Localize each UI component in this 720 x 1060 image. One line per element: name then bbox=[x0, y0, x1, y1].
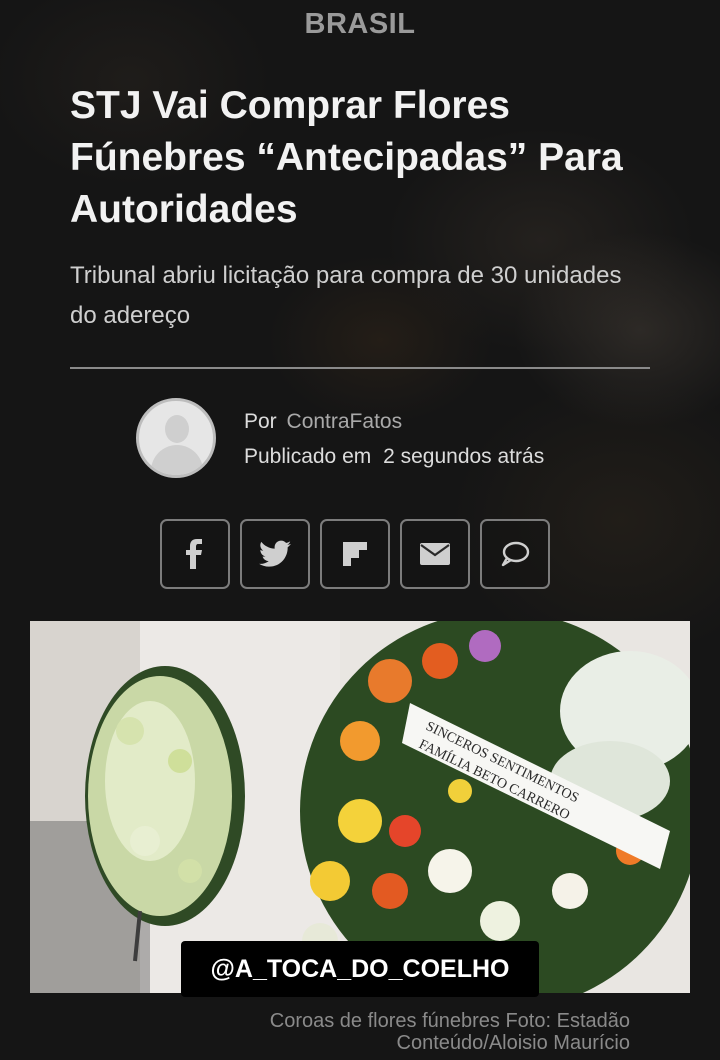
facebook-icon bbox=[186, 539, 202, 569]
divider bbox=[70, 367, 650, 369]
article-subtitle: Tribunal abriu licitação para compra de … bbox=[70, 262, 622, 329]
avatar-shoulders bbox=[151, 445, 203, 475]
share-flipboard-button[interactable] bbox=[320, 519, 390, 589]
funeral-wreath-photo: SINCEROS SENTIMENTOS FAMÍLIA BETO CARRER… bbox=[30, 621, 690, 993]
watermark-label: @A_TOCA_DO_COELHO bbox=[181, 941, 539, 997]
email-icon bbox=[420, 543, 450, 565]
article-photo[interactable]: SINCEROS SENTIMENTOS FAMÍLIA BETO CARRER… bbox=[30, 621, 690, 993]
twitter-icon bbox=[259, 540, 291, 567]
photo-caption: Coroas de flores fúnebres Foto: Estadão … bbox=[269, 1010, 630, 1054]
share-twitter-button[interactable] bbox=[240, 519, 310, 589]
published-label: Publicado em bbox=[244, 445, 372, 468]
share-facebook-button[interactable] bbox=[160, 519, 230, 589]
author-link[interactable]: ContraFatos bbox=[287, 410, 403, 433]
byline-author: Por ContraFatos bbox=[244, 410, 402, 434]
share-email-button[interactable] bbox=[400, 519, 470, 589]
share-bar bbox=[160, 519, 550, 589]
category-label[interactable]: BRASIL bbox=[0, 8, 720, 41]
article-headline: STJ Vai Comprar Flores Fúnebres “Antecip… bbox=[70, 84, 623, 231]
share-comment-button[interactable] bbox=[480, 519, 550, 589]
published-time: 2 segundos atrás bbox=[383, 445, 545, 468]
flipboard-icon bbox=[343, 542, 367, 566]
avatar-head bbox=[165, 415, 189, 443]
comment-icon bbox=[501, 541, 530, 567]
author-avatar[interactable] bbox=[136, 398, 216, 478]
by-label: Por bbox=[244, 410, 277, 433]
byline-date: Publicado em 2 segundos atrás bbox=[244, 445, 544, 469]
right-wreath bbox=[300, 621, 690, 993]
